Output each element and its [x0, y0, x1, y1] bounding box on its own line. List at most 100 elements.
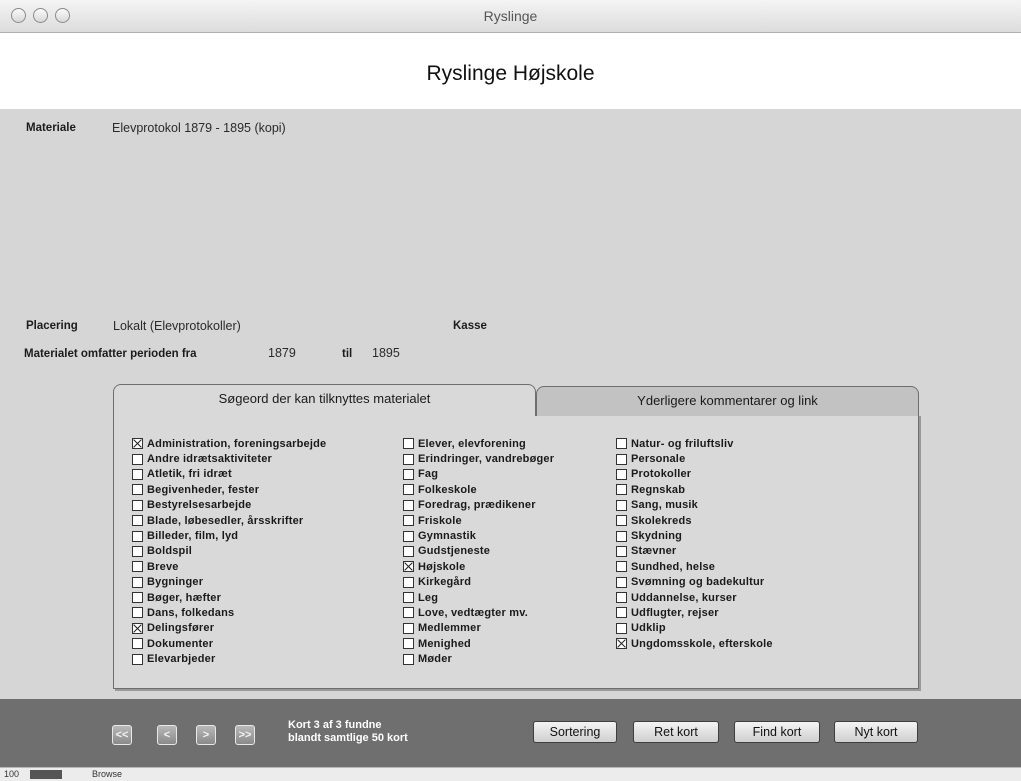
ret-kort-button[interactable]: Ret kort	[633, 721, 719, 743]
keyword-checkbox-item[interactable]: Medlemmer	[403, 621, 554, 636]
checkbox-unchecked-icon[interactable]	[132, 484, 143, 496]
checkbox-unchecked-icon[interactable]	[132, 576, 143, 588]
checkbox-checked-icon[interactable]	[132, 438, 143, 450]
checkbox-unchecked-icon[interactable]	[132, 468, 143, 480]
keyword-checkbox-item[interactable]: Menighed	[403, 636, 554, 651]
first-record-button[interactable]: <<	[112, 725, 132, 745]
keyword-checkbox-item[interactable]: Breve	[132, 559, 326, 574]
keyword-checkbox-item[interactable]: Natur- og friluftsliv	[616, 436, 773, 451]
keyword-checkbox-item[interactable]: Møder	[403, 651, 554, 666]
keyword-checkbox-item[interactable]: Andre idrætsaktiviteter	[132, 451, 326, 466]
keyword-checkbox-item[interactable]: Højskole	[403, 559, 554, 574]
keyword-checkbox-item[interactable]: Dokumenter	[132, 636, 326, 651]
checkbox-unchecked-icon[interactable]	[616, 484, 627, 496]
keyword-checkbox-item[interactable]: Kirkegård	[403, 575, 554, 590]
mode-indicator[interactable]: Browse	[92, 769, 122, 779]
keyword-checkbox-item[interactable]: Udflugter, rejser	[616, 605, 773, 620]
keyword-checkbox-item[interactable]: Friskole	[403, 513, 554, 528]
checkbox-unchecked-icon[interactable]	[616, 607, 627, 619]
checkbox-unchecked-icon[interactable]	[616, 530, 627, 542]
checkbox-unchecked-icon[interactable]	[403, 607, 414, 619]
keyword-checkbox-item[interactable]: Dans, folkedans	[132, 605, 326, 620]
keyword-checkbox-item[interactable]: Bestyrelsesarbejde	[132, 498, 326, 513]
checkbox-unchecked-icon[interactable]	[403, 515, 414, 527]
keyword-checkbox-item[interactable]: Fag	[403, 467, 554, 482]
checkbox-unchecked-icon[interactable]	[403, 438, 414, 450]
periode-from-field[interactable]: 1879	[268, 346, 296, 360]
keyword-checkbox-item[interactable]: Erindringer, vandrebøger	[403, 451, 554, 466]
checkbox-unchecked-icon[interactable]	[616, 561, 627, 573]
checkbox-unchecked-icon[interactable]	[616, 438, 627, 450]
keyword-checkbox-item[interactable]: Stævner	[616, 544, 773, 559]
keyword-checkbox-item[interactable]: Bøger, hæfter	[132, 590, 326, 605]
keyword-checkbox-item[interactable]: Elevarbjeder	[132, 651, 326, 666]
keyword-checkbox-item[interactable]: Gudstjeneste	[403, 544, 554, 559]
placering-field[interactable]: Lokalt (Elevprotokoller)	[113, 319, 241, 333]
materiale-field[interactable]: Elevprotokol 1879 - 1895 (kopi)	[112, 121, 286, 135]
checkbox-unchecked-icon[interactable]	[403, 468, 414, 480]
checkbox-unchecked-icon[interactable]	[616, 576, 627, 588]
tab-soegeord[interactable]: Søgeord der kan tilknyttes materialet	[113, 384, 536, 416]
checkbox-unchecked-icon[interactable]	[403, 592, 414, 604]
layout-mode-icon[interactable]	[30, 770, 62, 779]
checkbox-checked-icon[interactable]	[616, 638, 627, 650]
checkbox-unchecked-icon[interactable]	[132, 530, 143, 542]
zoom-level[interactable]: 100	[4, 769, 19, 779]
periode-to-field[interactable]: 1895	[372, 346, 400, 360]
keyword-checkbox-item[interactable]: Foredrag, prædikener	[403, 498, 554, 513]
checkbox-unchecked-icon[interactable]	[403, 530, 414, 542]
keyword-checkbox-item[interactable]: Regnskab	[616, 482, 773, 497]
keyword-checkbox-item[interactable]: Begivenheder, fester	[132, 482, 326, 497]
keyword-checkbox-item[interactable]: Love, vedtægter mv.	[403, 605, 554, 620]
keyword-checkbox-item[interactable]: Bygninger	[132, 575, 326, 590]
find-kort-button[interactable]: Find kort	[734, 721, 820, 743]
nyt-kort-button[interactable]: Nyt kort	[834, 721, 918, 743]
keyword-checkbox-item[interactable]: Svømning og badekultur	[616, 575, 773, 590]
keyword-checkbox-item[interactable]: Boldspil	[132, 544, 326, 559]
checkbox-unchecked-icon[interactable]	[403, 545, 414, 557]
keyword-checkbox-item[interactable]: Sang, musik	[616, 498, 773, 513]
keyword-checkbox-item[interactable]: Delingsfører	[132, 621, 326, 636]
checkbox-unchecked-icon[interactable]	[132, 607, 143, 619]
checkbox-unchecked-icon[interactable]	[132, 515, 143, 527]
checkbox-unchecked-icon[interactable]	[616, 468, 627, 480]
checkbox-unchecked-icon[interactable]	[132, 638, 143, 650]
checkbox-unchecked-icon[interactable]	[616, 622, 627, 634]
checkbox-unchecked-icon[interactable]	[132, 499, 143, 511]
keyword-checkbox-item[interactable]: Blade, løbesedler, årsskrifter	[132, 513, 326, 528]
keyword-checkbox-item[interactable]: Skolekreds	[616, 513, 773, 528]
sortering-button[interactable]: Sortering	[533, 721, 617, 743]
keyword-checkbox-item[interactable]: Personale	[616, 451, 773, 466]
checkbox-unchecked-icon[interactable]	[403, 638, 414, 650]
keyword-checkbox-item[interactable]: Folkeskole	[403, 482, 554, 497]
keyword-checkbox-item[interactable]: Protokoller	[616, 467, 773, 482]
keyword-checkbox-item[interactable]: Billeder, film, lyd	[132, 528, 326, 543]
checkbox-unchecked-icon[interactable]	[616, 499, 627, 511]
previous-record-button[interactable]: <	[157, 725, 177, 745]
keyword-checkbox-item[interactable]: Sundhed, helse	[616, 559, 773, 574]
keyword-checkbox-item[interactable]: Gymnastik	[403, 528, 554, 543]
checkbox-unchecked-icon[interactable]	[403, 499, 414, 511]
keyword-checkbox-item[interactable]: Atletik, fri idræt	[132, 467, 326, 482]
checkbox-unchecked-icon[interactable]	[132, 653, 143, 665]
checkbox-checked-icon[interactable]	[403, 561, 414, 573]
last-record-button[interactable]: >>	[235, 725, 255, 745]
checkbox-unchecked-icon[interactable]	[616, 545, 627, 557]
checkbox-unchecked-icon[interactable]	[403, 484, 414, 496]
tab-kommentarer[interactable]: Yderligere kommentarer og link	[536, 386, 919, 416]
checkbox-unchecked-icon[interactable]	[403, 622, 414, 634]
checkbox-unchecked-icon[interactable]	[616, 515, 627, 527]
checkbox-unchecked-icon[interactable]	[616, 592, 627, 604]
checkbox-unchecked-icon[interactable]	[403, 453, 414, 465]
keyword-checkbox-item[interactable]: Skydning	[616, 528, 773, 543]
checkbox-unchecked-icon[interactable]	[616, 453, 627, 465]
checkbox-unchecked-icon[interactable]	[132, 545, 143, 557]
keyword-checkbox-item[interactable]: Uddannelse, kurser	[616, 590, 773, 605]
checkbox-unchecked-icon[interactable]	[132, 453, 143, 465]
checkbox-unchecked-icon[interactable]	[132, 592, 143, 604]
keyword-checkbox-item[interactable]: Ungdomsskole, efterskole	[616, 636, 773, 651]
keyword-checkbox-item[interactable]: Administration, foreningsarbejde	[132, 436, 326, 451]
keyword-checkbox-item[interactable]: Leg	[403, 590, 554, 605]
checkbox-unchecked-icon[interactable]	[403, 653, 414, 665]
checkbox-unchecked-icon[interactable]	[403, 576, 414, 588]
